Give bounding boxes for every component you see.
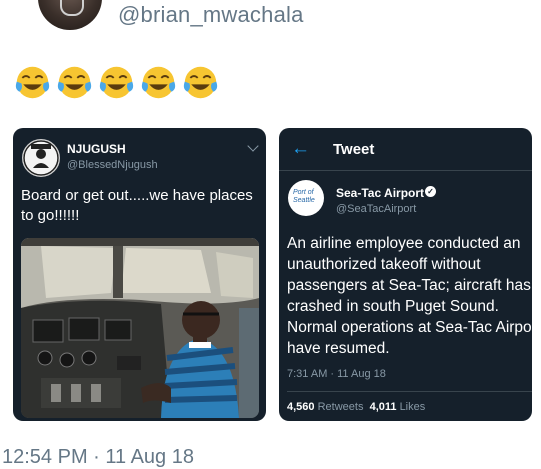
- tweet-text: Board or get out.....we have places to g…: [21, 187, 253, 224]
- retweets-label[interactable]: Retweets: [318, 401, 364, 413]
- cockpit-photo[interactable]: [21, 238, 259, 418]
- verified-badge-icon: ✓: [425, 186, 436, 197]
- author-name[interactable]: NJUGUSH: [67, 142, 126, 156]
- embedded-tweet-seatac[interactable]: ← Tweet Port of Seattle Sea-Tac Airport …: [279, 128, 532, 421]
- njugush-avatar[interactable]: [22, 139, 60, 177]
- laughing-emoji-icon: [57, 66, 92, 99]
- laughing-emoji-icon: [15, 66, 50, 99]
- chevron-down-icon[interactable]: [247, 140, 259, 152]
- author-name[interactable]: Sea-Tac Airport: [336, 186, 424, 200]
- likes-label[interactable]: Likes: [400, 401, 426, 413]
- divider: [287, 391, 532, 392]
- likes-count[interactable]: 4,011: [370, 401, 397, 413]
- author-handle[interactable]: @BlessedNjugush: [67, 159, 158, 171]
- tweet-stats: 4,560 Retweets 4,011 Likes: [287, 401, 425, 413]
- tweet-timestamp[interactable]: 7:31 AM · 11 Aug 18: [287, 368, 386, 380]
- laughing-emoji-icon: [99, 66, 134, 99]
- laughing-emoji-icon: [141, 66, 176, 99]
- tweet-header-bar: ← Tweet: [279, 128, 532, 171]
- laughing-emoji-icon: [183, 66, 218, 99]
- embedded-tweet-njugush[interactable]: NJUGUSH @BlessedNjugush Board or get out…: [13, 128, 266, 421]
- header-title: Tweet: [333, 141, 375, 158]
- retweets-count[interactable]: 4,560: [287, 401, 315, 413]
- avatar[interactable]: [38, 0, 102, 30]
- author-handle[interactable]: @SeaTacAirport: [336, 203, 416, 215]
- back-arrow-icon[interactable]: ←: [291, 138, 310, 160]
- seatac-avatar[interactable]: Port of Seattle: [288, 180, 324, 216]
- emoji-row: [14, 64, 219, 102]
- user-handle[interactable]: @brian_mwachala: [118, 2, 304, 28]
- tweet-text: An airline employee conducted an unautho…: [287, 235, 532, 357]
- port-of-seattle-logo: Port of Seattle: [293, 189, 315, 204]
